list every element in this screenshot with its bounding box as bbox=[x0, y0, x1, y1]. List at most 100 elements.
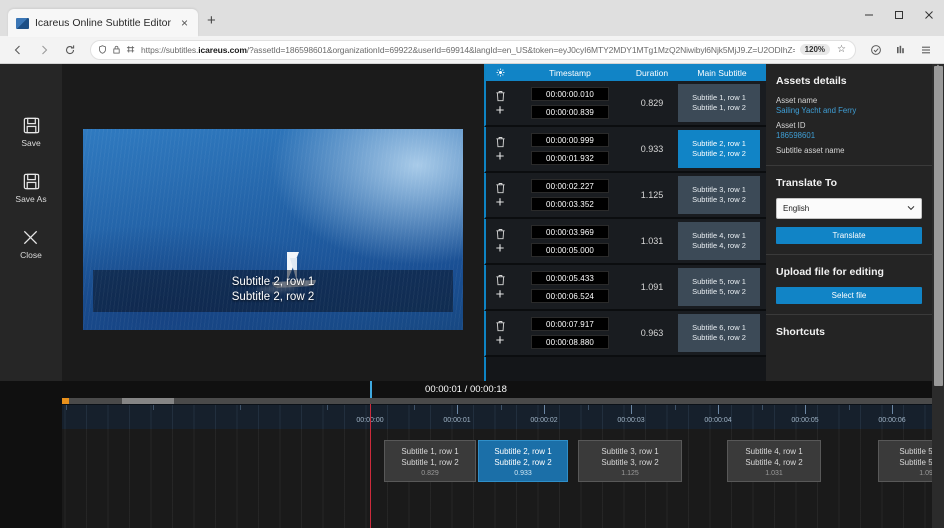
end-time-input[interactable]: 00:00:01.932 bbox=[531, 151, 609, 165]
table-row[interactable]: +00:00:00.999 00:00:01.932 0.933Subtitle 2… bbox=[484, 127, 766, 173]
assets-details-section: Assets details Asset name Sailing Yacht … bbox=[766, 64, 932, 166]
clip-line-2: Subtitle 4, row 2 bbox=[745, 457, 802, 468]
ruler-tick-major bbox=[805, 405, 806, 414]
translate-to-title: Translate To bbox=[776, 177, 922, 189]
add-row-icon[interactable]: + bbox=[496, 336, 505, 346]
start-time-input[interactable]: 00:00:00.999 bbox=[531, 133, 609, 147]
start-time-input[interactable]: 00:00:05.433 bbox=[531, 271, 609, 285]
start-time-input[interactable]: 00:00:02.227 bbox=[531, 179, 609, 193]
page-scrollbar[interactable]: ▲ bbox=[932, 64, 944, 528]
asset-id-value[interactable]: 186598601 bbox=[776, 131, 922, 140]
menu-icon[interactable] bbox=[914, 39, 938, 61]
timestamp-cell: 00:00:02.227 00:00:03.352 bbox=[514, 179, 626, 211]
timeline-start-marker[interactable] bbox=[62, 398, 69, 404]
timeline-timebar: 00:00:01 / 00:00:18 bbox=[0, 381, 932, 398]
close-icon[interactable] bbox=[914, 0, 944, 30]
duration-cell: 0.933 bbox=[626, 144, 678, 154]
clip-line-1: Subtitle 2, row 1 bbox=[494, 446, 551, 457]
trash-icon[interactable] bbox=[495, 90, 506, 102]
asset-name-value[interactable]: Sailing Yacht and Ferry bbox=[776, 106, 922, 115]
timeline-clip[interactable]: Subtitle 3, row 1Subtitle 3, row 21.125 bbox=[578, 440, 682, 482]
back-icon[interactable] bbox=[6, 39, 30, 61]
row-actions: + bbox=[486, 90, 514, 116]
trash-icon[interactable] bbox=[495, 182, 506, 194]
subtitle-text-cell[interactable]: Subtitle 1, row 1Subtitle 1, row 2 bbox=[678, 84, 760, 122]
save-as-button[interactable]: Save As bbox=[15, 172, 46, 204]
subtitle-table-header: Timestamp Duration Main Subtitle bbox=[486, 64, 766, 81]
language-select[interactable]: English bbox=[776, 198, 922, 219]
add-row-icon[interactable]: + bbox=[496, 152, 505, 162]
reload-icon[interactable] bbox=[58, 39, 82, 61]
subtitle-asset-name-label: Subtitle asset name bbox=[776, 146, 922, 155]
trash-icon[interactable] bbox=[495, 274, 506, 286]
forward-icon[interactable] bbox=[32, 39, 56, 61]
duration-cell: 0.829 bbox=[626, 98, 678, 108]
playhead[interactable] bbox=[370, 404, 371, 528]
zoom-level-badge[interactable]: 120% bbox=[800, 44, 830, 55]
right-panel: Assets details Asset name Sailing Yacht … bbox=[766, 64, 932, 381]
timeline-ruler[interactable]: 00:00:0000:00:0100:00:0200:00:0300:00:04… bbox=[0, 404, 932, 429]
end-time-input[interactable]: 00:00:08.880 bbox=[531, 335, 609, 349]
start-time-input[interactable]: 00:00:03.969 bbox=[531, 225, 609, 239]
page-scrollbar-thumb[interactable] bbox=[934, 66, 943, 386]
subtitle-text-cell[interactable]: Subtitle 6, row 1Subtitle 6, row 2 bbox=[678, 314, 760, 352]
translate-button[interactable]: Translate bbox=[776, 227, 922, 244]
end-time-input[interactable]: 00:00:00.839 bbox=[531, 105, 609, 119]
clip-duration: 1.125 bbox=[621, 470, 639, 477]
timeline-cursor-marker bbox=[370, 381, 372, 398]
add-row-icon[interactable]: + bbox=[496, 244, 505, 254]
start-time-input[interactable]: 00:00:00.010 bbox=[531, 87, 609, 101]
trash-icon[interactable] bbox=[495, 228, 506, 240]
add-row-icon[interactable]: + bbox=[496, 290, 505, 300]
close-label: Close bbox=[20, 250, 42, 260]
row-actions: + bbox=[486, 228, 514, 254]
subtitle-line-1: Subtitle 3, row 1 bbox=[692, 185, 746, 195]
end-time-input[interactable]: 00:00:03.352 bbox=[531, 197, 609, 211]
timeline-clip[interactable]: Subtitle 2, row 1Subtitle 2, row 20.933 bbox=[478, 440, 568, 482]
gear-icon[interactable] bbox=[486, 68, 514, 77]
tab-close-icon[interactable]: × bbox=[177, 17, 192, 29]
table-row[interactable]: +00:00:07.91700:00:08.8800.963Subtitle 6… bbox=[484, 311, 766, 357]
trash-icon[interactable] bbox=[495, 320, 506, 332]
subtitle-table-body: +00:00:00.010 00:00:00.839 0.829Subtitle 1… bbox=[486, 81, 766, 381]
timeline-clip[interactable]: Subtitle 4, row 1Subtitle 4, row 21.031 bbox=[727, 440, 821, 482]
timestamp-cell: 00:00:00.010 00:00:00.839 bbox=[514, 87, 626, 119]
timeline-clip[interactable]: Subtitle 1, row 1Subtitle 1, row 20.829 bbox=[384, 440, 476, 482]
close-button[interactable]: Close bbox=[20, 228, 42, 260]
subtitle-text-cell[interactable]: Subtitle 3, row 1Subtitle 3, row 2 bbox=[678, 176, 760, 214]
library-icon[interactable] bbox=[889, 39, 913, 61]
table-row[interactable]: +00:00:03.96900:00:05.0001.031Subtitle 4… bbox=[484, 219, 766, 265]
browser-tab[interactable]: Icareus Online Subtitle Editor × bbox=[8, 9, 198, 37]
end-time-input[interactable]: 00:00:06.524 bbox=[531, 289, 609, 303]
select-file-button[interactable]: Select file bbox=[776, 287, 922, 304]
add-row-icon[interactable]: + bbox=[496, 198, 505, 208]
chevron-down-icon bbox=[907, 204, 915, 213]
lock-icon bbox=[112, 45, 121, 54]
start-time-input[interactable]: 00:00:07.917 bbox=[531, 317, 609, 331]
upload-section: Upload file for editing Select file bbox=[766, 255, 932, 315]
shield-protection-icon[interactable] bbox=[864, 39, 888, 61]
address-bar[interactable]: https://subtitles.icareus.com/?assetId=1… bbox=[90, 40, 856, 60]
add-row-icon[interactable]: + bbox=[496, 106, 505, 116]
trash-icon[interactable] bbox=[495, 136, 506, 148]
save-button[interactable]: Save bbox=[21, 116, 40, 148]
bookmark-star-icon[interactable]: ☆ bbox=[835, 44, 848, 55]
asset-name-label: Asset name bbox=[776, 96, 922, 105]
video-stage: Subtitle 2, row 1 Subtitle 2, row 2 bbox=[62, 64, 484, 381]
subtitle-text-cell[interactable]: Subtitle 5, row 1Subtitle 5, row 2 bbox=[678, 268, 760, 306]
table-row[interactable]: +00:00:00.010 00:00:00.839 0.829Subtitle 1… bbox=[484, 81, 766, 127]
subtitle-text-cell[interactable]: Subtitle 2, row 1Subtitle 2, row 2 bbox=[678, 130, 760, 168]
maximize-icon[interactable] bbox=[884, 0, 914, 30]
table-row[interactable]: +00:00:02.22700:00:03.3521.125Subtitle 3… bbox=[484, 173, 766, 219]
new-tab-button[interactable]: + bbox=[198, 8, 225, 36]
ruler-tick-minor bbox=[675, 405, 676, 410]
clip-duration: 0.933 bbox=[514, 470, 532, 477]
minimize-icon[interactable] bbox=[854, 0, 884, 30]
subtitle-text-cell[interactable]: Subtitle 4, row 1Subtitle 4, row 2 bbox=[678, 222, 760, 260]
end-time-input[interactable]: 00:00:05.000 bbox=[531, 243, 609, 257]
table-row[interactable]: +00:00:05.43300:00:06.5241.091Subtitle 5… bbox=[484, 265, 766, 311]
ruler-tick-minor bbox=[588, 405, 589, 410]
video-player[interactable]: Subtitle 2, row 1 Subtitle 2, row 2 bbox=[83, 129, 463, 330]
ruler-tick-major bbox=[892, 405, 893, 414]
timeline-track[interactable]: Subtitle 1, row 1Subtitle 1, row 20.829S… bbox=[0, 429, 932, 528]
